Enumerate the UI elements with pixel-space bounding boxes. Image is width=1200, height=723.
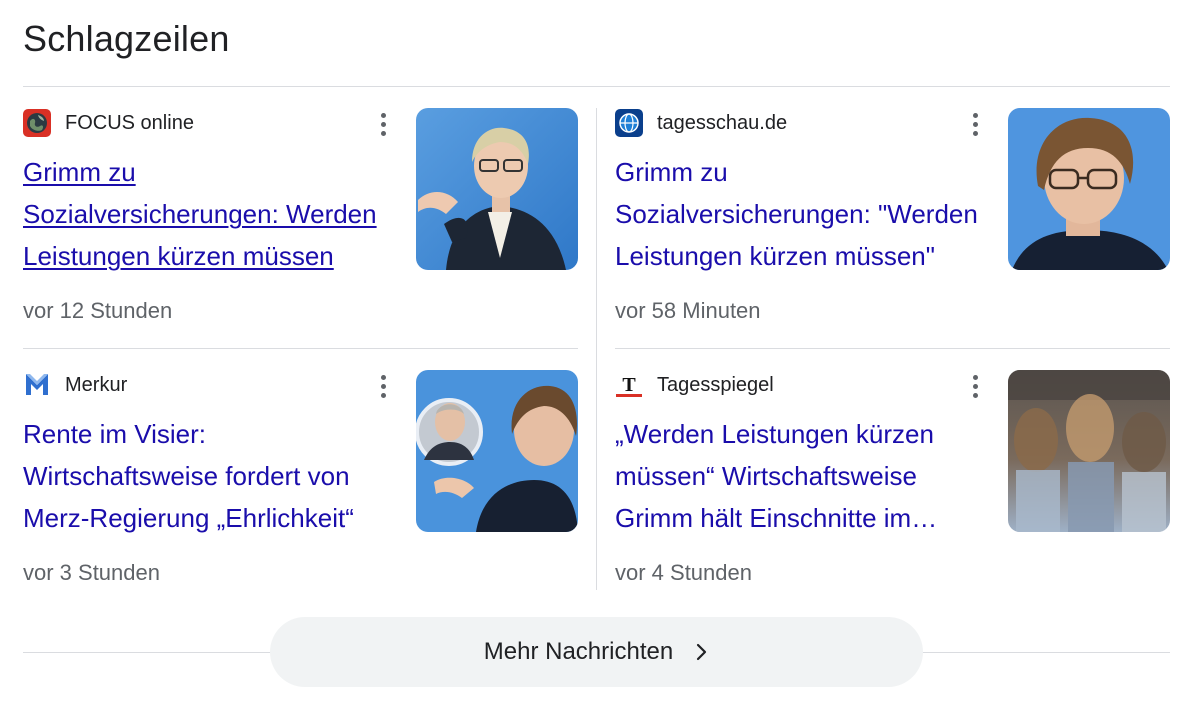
more-news-label: Mehr Nachrichten — [483, 638, 674, 665]
more-options-icon[interactable] — [965, 110, 985, 138]
svg-text:T: T — [622, 374, 636, 396]
headline-link[interactable]: „Werden Leistungen kürzen müssen“ Wirtsc… — [615, 413, 990, 539]
row-divider — [23, 348, 578, 349]
source-name: Merkur — [65, 373, 128, 396]
timestamp: vor 12 Stunden — [23, 298, 173, 323]
article-thumbnail[interactable] — [1008, 370, 1170, 532]
row-divider — [615, 348, 1170, 349]
news-source[interactable]: FOCUS online — [23, 108, 194, 138]
news-source[interactable]: T Tagesspiegel — [615, 370, 774, 400]
timestamp: vor 3 Stunden — [23, 560, 160, 585]
headline-link[interactable]: Rente im Visier: Wirtschaftsweise forder… — [23, 413, 398, 539]
news-card-merkur[interactable]: Merkur Rente im Visier: Wirtschaftsweise… — [23, 370, 578, 592]
footer-divider — [920, 652, 1170, 653]
more-options-icon[interactable] — [373, 372, 393, 400]
focus-globe-icon — [23, 109, 51, 137]
tagesschau-globe-icon — [615, 109, 643, 137]
column-divider — [596, 108, 597, 590]
headline-link[interactable]: Grimm zu Sozialversicherungen: "Werden L… — [615, 151, 990, 277]
headline-link[interactable]: Grimm zu Sozialversicherungen: Werden Le… — [23, 151, 398, 277]
article-thumbnail[interactable] — [416, 370, 578, 532]
footer-divider — [23, 652, 273, 653]
news-source[interactable]: Merkur — [23, 370, 127, 400]
news-card-tagesspiegel[interactable]: T Tagesspiegel „Werden Leistungen kürzen… — [615, 370, 1170, 592]
more-news-button[interactable]: Mehr Nachrichten — [270, 617, 923, 687]
source-name: FOCUS online — [65, 111, 194, 134]
source-name: Tagesspiegel — [657, 373, 774, 396]
timestamp: vor 58 Minuten — [615, 298, 761, 323]
article-thumbnail[interactable] — [416, 108, 578, 270]
news-card-tagesschau[interactable]: tagesschau.de Grimm zu Sozialversicherun… — [615, 108, 1170, 330]
more-options-icon[interactable] — [373, 110, 393, 138]
news-card-focus[interactable]: FOCUS online Grimm zu Sozialversicherung… — [23, 108, 578, 330]
timestamp: vor 4 Stunden — [615, 560, 752, 585]
section-divider — [23, 86, 1170, 87]
merkur-m-icon — [23, 371, 51, 399]
news-source[interactable]: tagesschau.de — [615, 108, 787, 138]
article-thumbnail[interactable] — [1008, 108, 1170, 270]
more-options-icon[interactable] — [965, 372, 985, 400]
tagesspiegel-t-icon: T — [615, 371, 643, 399]
chevron-right-icon — [695, 642, 709, 662]
source-name: tagesschau.de — [657, 111, 788, 134]
section-title: Schlagzeilen — [23, 18, 230, 59]
